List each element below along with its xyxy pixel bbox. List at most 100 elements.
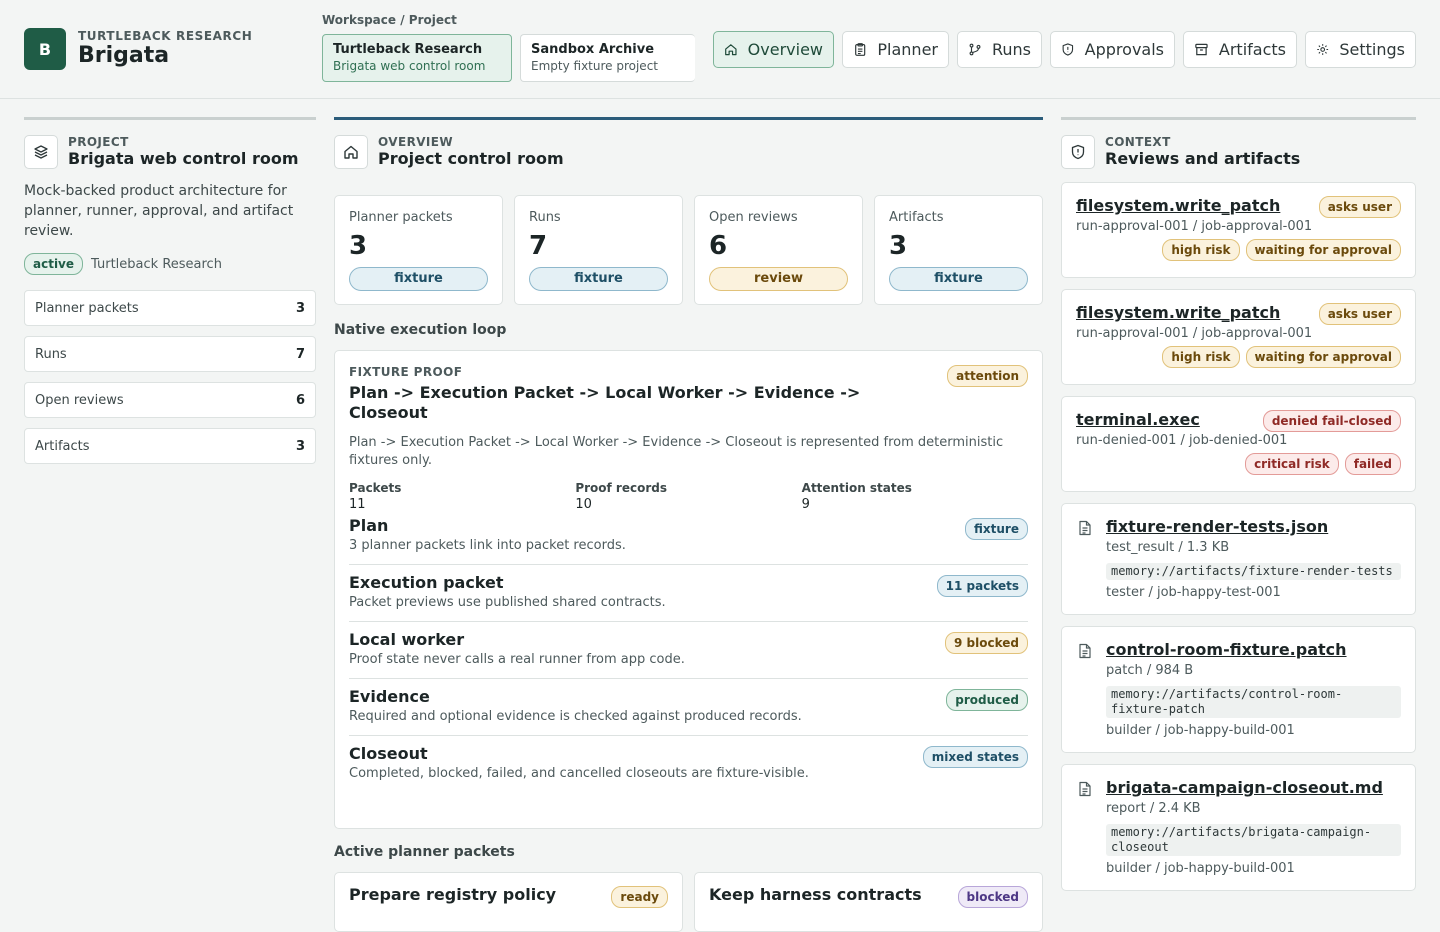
status-badge: active	[24, 253, 84, 275]
nav-artifacts-button[interactable]: Artifacts	[1183, 31, 1297, 68]
stat-value: 6	[295, 392, 305, 408]
review-card[interactable]: filesystem.write_patch run-approval-001 …	[1061, 289, 1416, 385]
clipboard-icon	[855, 43, 866, 56]
brand-name: Brigata	[78, 43, 170, 68]
artifact-card[interactable]: brigata-campaign-closeout.md report / 2.…	[1061, 764, 1416, 891]
review-policy-badge: asks user	[1318, 196, 1401, 218]
artifact-meta: test_result / 1.3 KB	[1106, 540, 1230, 555]
artifact-title-link[interactable]: control-room-fixture.patch	[1106, 639, 1401, 661]
metric-value: 7	[529, 231, 548, 261]
workspace-card-sandbox[interactable]: Sandbox Archive Empty fixture project	[520, 34, 695, 82]
loop-stat-value: 9	[801, 497, 810, 512]
review-card[interactable]: filesystem.write_patch run-approval-001 …	[1061, 182, 1416, 278]
nav-artifacts-label: Artifacts	[1218, 40, 1286, 59]
stat-value: 3	[295, 300, 305, 316]
context-kicker: CONTEXT	[1105, 135, 1171, 149]
step-closeout[interactable]: Closeout Completed, blocked, failed, and…	[349, 736, 1028, 792]
artifact-title-link[interactable]: fixture-render-tests.json	[1106, 516, 1401, 538]
stat-planner-packets[interactable]: Planner packets 3	[24, 290, 316, 326]
metric-card-planner-packets[interactable]: Planner packets 3 fixture	[334, 195, 503, 305]
step-badge: 11 packets	[936, 575, 1028, 597]
loop-title: Plan -> Execution Packet -> Local Worker…	[349, 383, 861, 422]
risk-badge: high risk	[1162, 239, 1240, 261]
metric-badge: fixture	[529, 267, 668, 291]
artifact-title-link[interactable]: brigata-campaign-closeout.md	[1106, 777, 1401, 799]
step-description: Proof state never calls a real runner fr…	[349, 652, 685, 667]
nav-settings-button[interactable]: Settings	[1305, 31, 1416, 68]
artifact-owner: builder / job-happy-build-001	[1106, 861, 1295, 876]
step-execution-packet[interactable]: Execution packet Packet previews use pub…	[349, 565, 1028, 622]
workspace-card-subtitle: Empty fixture project	[531, 59, 658, 73]
loop-stat-proof-records: Proof records 10	[575, 480, 801, 514]
stat-label: Artifacts	[35, 438, 90, 454]
metric-card-runs[interactable]: Runs 7 fixture	[514, 195, 683, 305]
execution-loop-card: FIXTURE PROOF Plan -> Execution Packet -…	[334, 350, 1043, 829]
loop-description: Plan -> Execution Packet -> Local Worker…	[349, 435, 1004, 468]
step-title: Execution packet	[349, 573, 504, 592]
section-rule	[24, 117, 316, 120]
review-tags: critical risk failed	[1245, 453, 1401, 475]
project-description: Mock-backed product architecture for pla…	[24, 183, 294, 239]
nav-overview-button[interactable]: Overview	[713, 31, 834, 68]
brand[interactable]: B TURTLEBACK RESEARCH Brigata	[24, 28, 252, 70]
state-badge: failed	[1344, 453, 1401, 475]
step-evidence[interactable]: Evidence Required and optional evidence …	[349, 679, 1028, 736]
review-subtitle: run-approval-001 / job-approval-001	[1076, 219, 1313, 234]
step-badge: 9 blocked	[945, 632, 1028, 654]
project-kicker: PROJECT	[68, 135, 129, 149]
packet-card[interactable]: Keep harness contracts blocked	[694, 872, 1043, 932]
project-status-row: active Turtleback Research	[24, 253, 316, 275]
metric-card-artifacts[interactable]: Artifacts 3 fixture	[874, 195, 1043, 305]
nav-runs-button[interactable]: Runs	[957, 31, 1042, 68]
packets-heading: Active planner packets	[334, 844, 515, 860]
step-title: Evidence	[349, 687, 430, 706]
state-badge: waiting for approval	[1245, 346, 1401, 368]
artifact-card[interactable]: control-room-fixture.patch patch / 984 B…	[1061, 626, 1416, 753]
review-tags: high risk waiting for approval	[1162, 239, 1401, 261]
attention-badge: attention	[947, 365, 1028, 387]
project-title: Brigata web control room	[68, 149, 299, 168]
overview-title: Project control room	[378, 149, 564, 168]
file-icon	[1079, 643, 1091, 659]
layers-icon	[24, 135, 58, 169]
context-panel: CONTEXT Reviews and artifacts filesystem…	[1061, 117, 1416, 891]
artifact-owner: tester / job-happy-test-001	[1106, 585, 1281, 600]
project-org: Turtleback Research	[91, 256, 222, 272]
stat-runs[interactable]: Runs 7	[24, 336, 316, 372]
artifact-meta: report / 2.4 KB	[1106, 801, 1201, 816]
metric-card-open-reviews[interactable]: Open reviews 6 review	[694, 195, 863, 305]
stat-value: 7	[295, 346, 305, 362]
loop-stat-label: Proof records	[575, 481, 667, 495]
step-description: Packet previews use published shared con…	[349, 595, 666, 610]
workspace-label: Workspace / Project	[322, 13, 457, 27]
metric-badge: fixture	[349, 267, 488, 291]
step-plan[interactable]: Plan 3 planner packets link into packet …	[349, 514, 1028, 565]
packet-card[interactable]: Prepare registry policy ready	[334, 872, 683, 932]
nav-approvals-button[interactable]: Approvals	[1050, 31, 1175, 68]
loop-stats: Packets 11 Proof records 10 Attention st…	[349, 480, 1028, 514]
step-badge: fixture	[965, 518, 1028, 540]
step-badge: produced	[946, 689, 1028, 711]
review-card[interactable]: terminal.exec run-denied-001 / job-denie…	[1061, 396, 1416, 492]
context-title: Reviews and artifacts	[1105, 149, 1301, 168]
step-local-worker[interactable]: Local worker Proof state never calls a r…	[349, 622, 1028, 679]
artifact-card[interactable]: fixture-render-tests.json test_result / …	[1061, 503, 1416, 615]
state-badge: waiting for approval	[1245, 239, 1401, 261]
workspace-card-turtleback[interactable]: Turtleback Research Brigata web control …	[322, 34, 512, 82]
stat-open-reviews[interactable]: Open reviews 6	[24, 382, 316, 418]
step-description: Completed, blocked, failed, and cancelle…	[349, 766, 809, 781]
section-rule	[1061, 117, 1416, 120]
nav-planner-button[interactable]: Planner	[842, 31, 949, 68]
artifact-uri: memory://artifacts/control-room-fixture-…	[1106, 686, 1401, 718]
loop-stat-attention-states: Attention states 9	[802, 480, 1028, 514]
step-badge: mixed states	[922, 746, 1028, 768]
overview-kicker: OVERVIEW	[378, 135, 453, 149]
artifact-meta: patch / 984 B	[1106, 663, 1194, 678]
overview-header: OVERVIEW Project control room	[334, 135, 1043, 169]
stat-artifacts[interactable]: Artifacts 3	[24, 428, 316, 464]
risk-badge: critical risk	[1245, 453, 1339, 475]
brand-logo: B	[24, 28, 66, 70]
review-subtitle: run-approval-001 / job-approval-001	[1076, 326, 1313, 341]
metric-label: Planner packets	[349, 210, 453, 225]
stat-label: Planner packets	[35, 300, 139, 316]
